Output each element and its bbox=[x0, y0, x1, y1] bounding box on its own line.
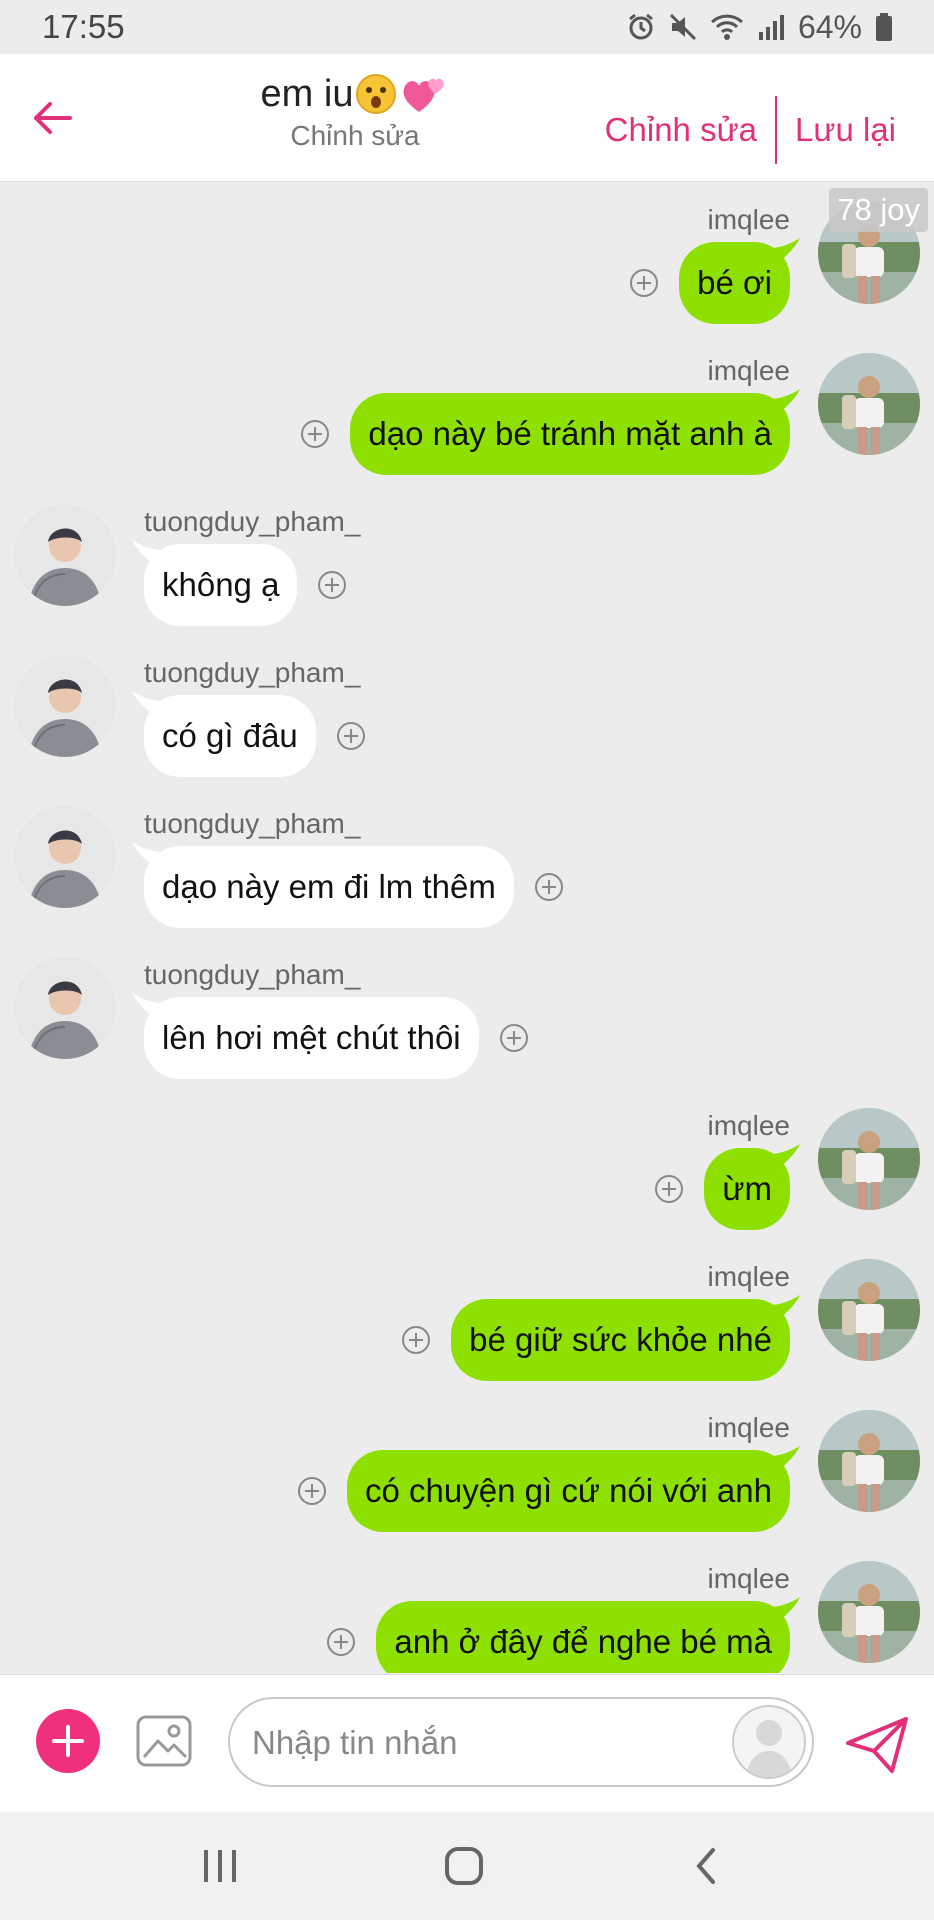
alarm-icon bbox=[626, 12, 656, 42]
sender-name: imqlee bbox=[707, 1412, 790, 1443]
circle-plus-icon bbox=[630, 269, 658, 297]
avatar[interactable] bbox=[818, 1561, 920, 1663]
two-hearts-icon bbox=[403, 78, 445, 112]
sender-name: tuongduy_pham_ bbox=[144, 808, 361, 839]
recent-apps-button[interactable] bbox=[190, 1842, 250, 1890]
message-row: imqlee bé giữ sức khỏe nhé bbox=[0, 1243, 934, 1393]
message-bubble[interactable]: dạo này em đi lm thêm bbox=[144, 846, 514, 928]
avatar[interactable] bbox=[818, 353, 920, 455]
sender-name: imqlee bbox=[707, 1261, 790, 1292]
sender-name: imqlee bbox=[707, 355, 790, 386]
system-nav-bar bbox=[0, 1812, 934, 1920]
message-bubble[interactable]: dạo này bé tránh mặt anh à bbox=[350, 393, 790, 475]
circle-plus-icon bbox=[500, 1024, 528, 1052]
add-reaction-button[interactable] bbox=[326, 1627, 356, 1657]
chat-header: em iu Chỉnh sửa Chỉnh sửa Lưu lại bbox=[0, 54, 934, 182]
message-bubble[interactable]: lên hơi mệt chút thôi bbox=[144, 997, 479, 1079]
image-button[interactable] bbox=[134, 1711, 194, 1771]
message-row: tuongduy_pham_ không ạ bbox=[0, 488, 934, 638]
person-silhouette-icon bbox=[746, 1720, 792, 1777]
circle-plus-icon bbox=[318, 571, 346, 599]
message-input-wrap bbox=[228, 1697, 814, 1787]
message-row: tuongduy_pham_ dạo này em đi lm thêm bbox=[0, 790, 934, 940]
avatar[interactable] bbox=[14, 806, 116, 908]
sender-name: tuongduy_pham_ bbox=[144, 657, 361, 688]
add-reaction-button[interactable] bbox=[534, 872, 564, 902]
message-bubble[interactable]: bé ơi bbox=[679, 242, 790, 324]
signal-icon bbox=[756, 12, 786, 42]
chevron-left-icon bbox=[696, 1848, 715, 1884]
battery-percent: 64% bbox=[797, 8, 862, 45]
arrow-left-icon bbox=[34, 102, 72, 134]
header-actions: Chỉnh sửa Lưu lại bbox=[587, 96, 914, 164]
recent-apps-icon bbox=[204, 1850, 236, 1882]
plus-icon bbox=[52, 1725, 84, 1757]
message-row: imqlee có chuyện gì cứ nói với anh bbox=[0, 1394, 934, 1544]
home-icon bbox=[445, 1847, 483, 1885]
status-bar: 17:55 64% bbox=[0, 0, 934, 54]
chat-subtitle[interactable]: Chỉnh sửa bbox=[200, 120, 510, 152]
avatar[interactable] bbox=[14, 655, 116, 757]
message-bubble[interactable]: bé giữ sức khỏe nhé bbox=[451, 1299, 790, 1381]
avatar[interactable] bbox=[818, 1259, 920, 1361]
add-reaction-button[interactable] bbox=[300, 419, 330, 449]
wifi-icon bbox=[710, 12, 744, 42]
circle-plus-icon bbox=[402, 1326, 430, 1354]
joy-badge: 78 joy bbox=[829, 188, 928, 232]
surprised-face-icon bbox=[356, 74, 397, 114]
sender-name: imqlee bbox=[707, 1110, 790, 1141]
persona-avatar[interactable] bbox=[732, 1705, 806, 1779]
message-bubble[interactable]: anh ở đây để nghe bé mà bbox=[376, 1601, 790, 1673]
avatar[interactable] bbox=[14, 957, 116, 1059]
circle-plus-icon bbox=[327, 1628, 355, 1656]
sender-name: tuongduy_pham_ bbox=[144, 959, 361, 990]
battery-icon bbox=[874, 12, 894, 42]
back-button[interactable] bbox=[26, 92, 78, 144]
message-row: tuongduy_pham_ lên hơi mệt chút thôi bbox=[0, 941, 934, 1091]
circle-plus-icon bbox=[337, 722, 365, 750]
title-block: em iu Chỉnh sửa bbox=[200, 72, 510, 152]
status-icons: 64% bbox=[626, 9, 894, 46]
edit-button[interactable]: Chỉnh sửa bbox=[587, 111, 775, 149]
message-row: imqlee anh ở đây để nghe bé mà bbox=[0, 1545, 934, 1673]
circle-plus-icon bbox=[301, 420, 329, 448]
circle-plus-icon bbox=[298, 1477, 326, 1505]
message-bubble[interactable]: có chuyện gì cứ nói với anh bbox=[347, 1450, 790, 1532]
send-icon bbox=[846, 1717, 908, 1773]
composer-bar bbox=[0, 1674, 934, 1813]
message-bubble[interactable]: không ạ bbox=[144, 544, 298, 626]
mute-icon bbox=[668, 12, 698, 42]
add-reaction-button[interactable] bbox=[317, 570, 347, 600]
message-row: imqlee ừm bbox=[0, 1092, 934, 1242]
status-time: 17:55 bbox=[42, 8, 125, 45]
add-reaction-button[interactable] bbox=[499, 1023, 529, 1053]
avatar[interactable] bbox=[818, 1108, 920, 1210]
message-row: imqlee bé ơi bbox=[0, 186, 934, 336]
sender-name: imqlee bbox=[707, 1563, 790, 1594]
chat-title: em iu bbox=[260, 72, 354, 115]
avatar[interactable] bbox=[14, 504, 116, 606]
add-button[interactable] bbox=[36, 1709, 100, 1773]
circle-plus-icon bbox=[655, 1175, 683, 1203]
add-reaction-button[interactable] bbox=[297, 1476, 327, 1506]
circle-plus-icon bbox=[535, 873, 563, 901]
message-bubble[interactable]: ừm bbox=[704, 1148, 790, 1230]
message-bubble[interactable]: có gì đâu bbox=[144, 695, 316, 777]
message-list[interactable]: imqlee bé ơi imqlee dạo này bé tránh mặt an… bbox=[0, 183, 934, 1673]
add-reaction-button[interactable] bbox=[629, 268, 659, 298]
image-icon bbox=[136, 1715, 192, 1767]
add-reaction-button[interactable] bbox=[401, 1325, 431, 1355]
message-row: tuongduy_pham_ có gì đâu bbox=[0, 639, 934, 789]
avatar[interactable] bbox=[818, 1410, 920, 1512]
add-reaction-button[interactable] bbox=[336, 721, 366, 751]
sender-name: tuongduy_pham_ bbox=[144, 506, 361, 537]
message-row: imqlee dạo này bé tránh mặt anh à bbox=[0, 337, 934, 487]
save-button[interactable]: Lưu lại bbox=[777, 111, 914, 149]
sender-name: imqlee bbox=[707, 204, 790, 235]
message-input[interactable] bbox=[250, 1699, 714, 1787]
add-reaction-button[interactable] bbox=[654, 1174, 684, 1204]
home-button[interactable] bbox=[434, 1842, 494, 1890]
back-nav-button[interactable] bbox=[676, 1842, 736, 1890]
send-button[interactable] bbox=[844, 1715, 910, 1775]
